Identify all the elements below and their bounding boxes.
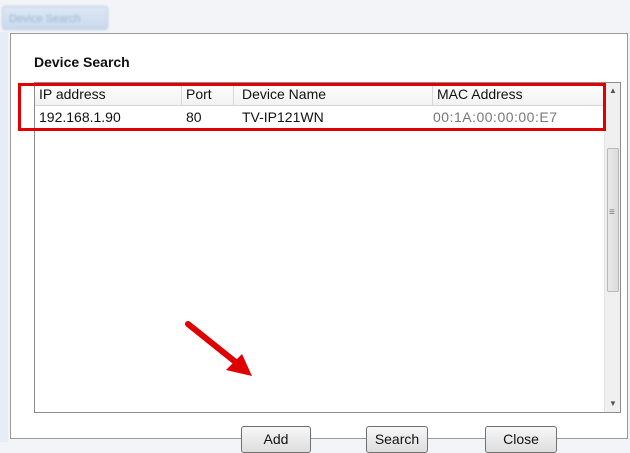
cell-mac-address: 00:1A:00:00:00:E7 [433, 109, 558, 125]
add-button[interactable]: Add [241, 426, 311, 453]
device-list[interactable]: IP address Port Device Name MAC Address … [34, 82, 621, 413]
dialog-title: Device Search [34, 54, 130, 70]
cell-device-name: TV-IP121WN [242, 109, 324, 125]
table-row[interactable]: 192.168.1.90 80 TV-IP121WN 00:1A:00:00:0… [35, 106, 604, 128]
column-separator [233, 83, 234, 105]
scrollbar-thumb[interactable]: ≡ [607, 148, 619, 292]
column-header-port[interactable]: Port [186, 86, 212, 102]
column-separator [432, 83, 433, 105]
device-search-dialog: Device Search IP address Port Device Nam… [10, 33, 628, 453]
column-header-ip-address[interactable]: IP address [39, 86, 106, 102]
column-header-mac-address[interactable]: MAC Address [437, 86, 523, 102]
scroll-up-arrow-icon[interactable]: ▲ [605, 83, 621, 99]
close-button[interactable]: Close [485, 426, 557, 453]
search-button[interactable]: Search [366, 426, 428, 453]
table-header: IP address Port Device Name MAC Address [35, 83, 604, 106]
cell-ip-address: 192.168.1.90 [39, 109, 121, 125]
column-separator [181, 83, 182, 105]
scroll-down-arrow-icon[interactable]: ▼ [605, 396, 621, 412]
red-annotation-arrow-icon [185, 321, 252, 376]
scrollbar-grip-icon: ≡ [609, 207, 615, 218]
background-tab-device-search: Device Search [2, 6, 108, 30]
cell-port: 80 [186, 109, 202, 125]
background-sidebar [0, 32, 8, 442]
column-header-device-name[interactable]: Device Name [242, 86, 326, 102]
vertical-scrollbar[interactable]: ▲ ≡ ▼ [604, 83, 620, 412]
